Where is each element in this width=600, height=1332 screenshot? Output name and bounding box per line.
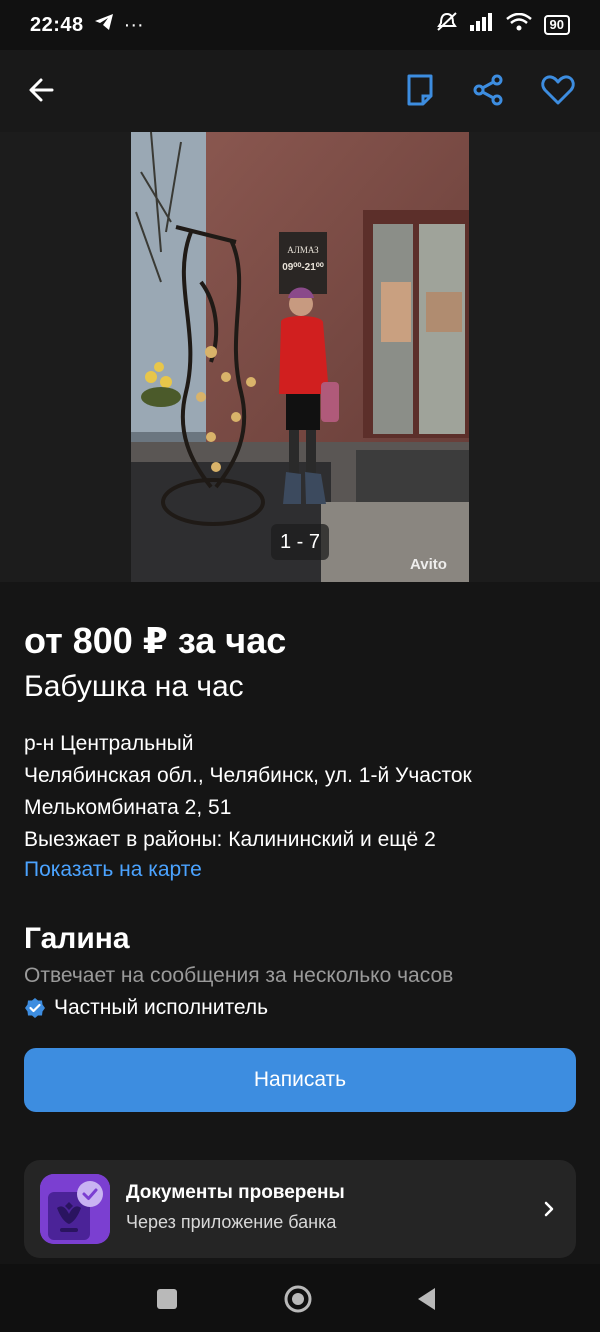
note-button[interactable]	[402, 72, 438, 108]
status-time: 22:48	[30, 13, 84, 36]
share-button[interactable]	[470, 72, 506, 108]
documents-subtitle: Через приложение банка	[126, 1212, 337, 1232]
documents-verified-card[interactable]: Документы проверены Через приложение бан…	[24, 1160, 576, 1258]
more-notifications-icon: ···	[123, 13, 144, 36]
photo-counter: 1 - 7	[271, 524, 329, 560]
home-button[interactable]	[281, 1282, 315, 1316]
wifi-icon	[505, 12, 532, 37]
telegram-icon	[94, 13, 114, 37]
show-on-map-link[interactable]: Показать на карте	[24, 858, 202, 882]
triangle-back-icon	[418, 1288, 435, 1310]
store-sign-hours: 09⁰⁰-21⁰⁰	[282, 262, 324, 273]
seller-response-time: Отвечает на сообщения за несколько часов	[24, 964, 454, 987]
documents-icon	[40, 1174, 110, 1244]
heart-icon	[541, 75, 575, 105]
service-areas: Выезжает в районы: Калининский и ещё 2	[24, 828, 436, 851]
address-line-1: Челябинская обл., Челябинск, ул. 1-й Уча…	[24, 764, 472, 787]
avito-watermark: Avito	[410, 556, 447, 573]
signal-icon	[469, 13, 494, 37]
store-sign-name: АЛМАЗ	[287, 245, 319, 255]
seller-name[interactable]: Галина	[24, 922, 130, 956]
circle-icon	[284, 1285, 312, 1313]
top-app-bar	[0, 50, 600, 132]
listing-photo[interactable]: АЛМАЗ 09⁰⁰-21⁰⁰	[131, 132, 469, 582]
seller-type-label: Частный исполнитель	[54, 996, 269, 1019]
listing-price: от 800 ₽ за час	[24, 620, 287, 661]
district: р-н Центральный	[24, 732, 194, 755]
chevron-right-icon	[542, 1196, 558, 1222]
write-message-button[interactable]: Написать	[24, 1048, 576, 1112]
system-navigation-bar	[0, 1264, 600, 1332]
favorite-button[interactable]	[540, 72, 576, 108]
mute-icon	[436, 12, 458, 38]
back-arrow-icon	[29, 78, 54, 102]
battery-indicator: 90	[543, 15, 570, 35]
address-line-2: Мелькомбината 2, 51	[24, 796, 232, 819]
status-bar: 22:48 ··· 90	[0, 0, 600, 50]
system-back-button[interactable]	[410, 1282, 444, 1316]
recent-apps-button[interactable]	[150, 1282, 184, 1316]
share-icon	[473, 74, 503, 106]
verified-badge-icon	[25, 998, 45, 1018]
seller-type: Частный исполнитель	[24, 996, 268, 1020]
documents-title: Документы проверены	[126, 1182, 345, 1203]
photo-gallery[interactable]: АЛМАЗ 09⁰⁰-21⁰⁰ 1 - 7 Avito	[0, 132, 600, 582]
square-icon	[157, 1289, 177, 1309]
note-icon	[407, 74, 433, 106]
listing-title: Бабушка на час	[24, 670, 244, 703]
back-button[interactable]	[24, 72, 60, 108]
